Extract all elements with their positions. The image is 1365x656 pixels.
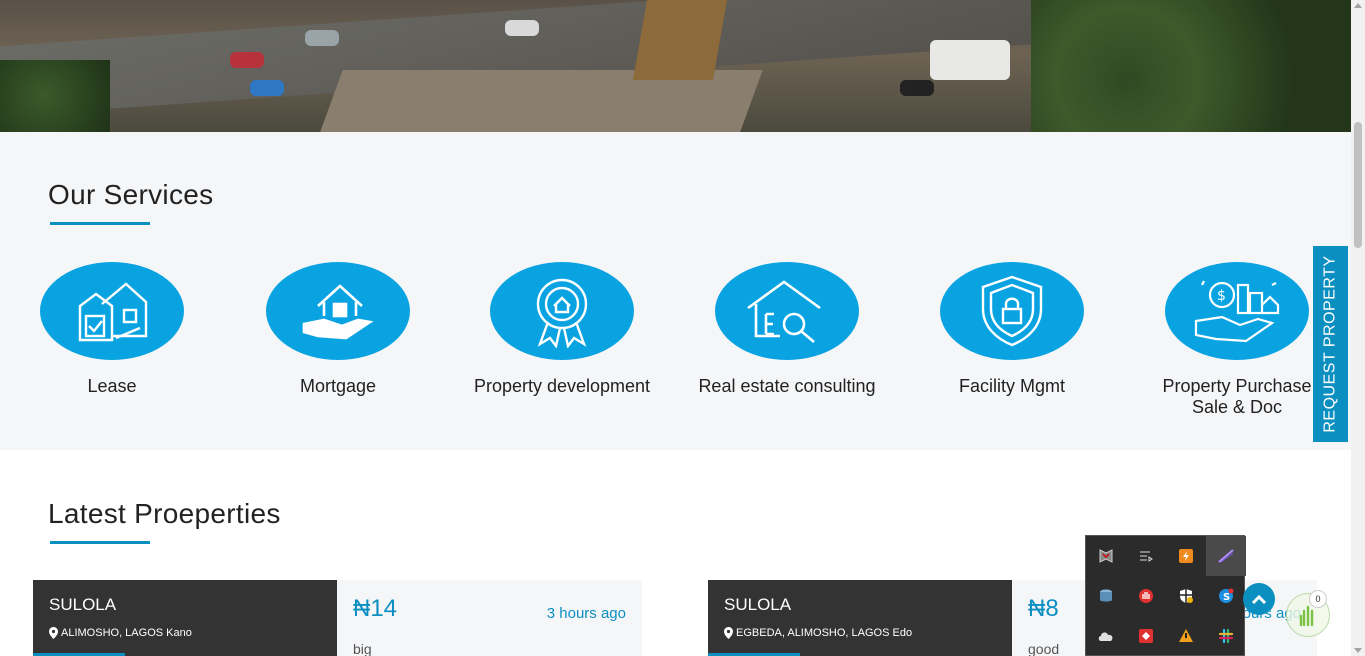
- property-price: ₦8: [1028, 595, 1059, 622]
- service-label: Lease: [87, 376, 137, 396]
- property-desc: good: [1028, 641, 1060, 656]
- extension-badge[interactable]: 0: [1286, 590, 1330, 637]
- request-property-button[interactable]: REQUEST PROPERTY: [1313, 246, 1348, 442]
- property-card-header: SULOLA EGBEDA, ALIMOSHO, LAGOS Edo: [708, 580, 1012, 656]
- property-card[interactable]: SULOLA ALIMOSHO, LAGOS Kano ₦14 3 hours …: [33, 580, 642, 656]
- service-label: Mortgage: [299, 376, 377, 396]
- property-name: SULOLA: [49, 595, 117, 614]
- property-location-text: ALIMOSHO, LAGOS Kano: [61, 627, 192, 639]
- service-consulting[interactable]: Real estate consulting: [697, 262, 877, 397]
- services-section: Our Services Lease Mortgage Property dev…: [0, 132, 1351, 450]
- map-pin-icon: [49, 627, 58, 639]
- svg-text:S: S: [1223, 592, 1230, 603]
- hero-image: [0, 0, 1351, 132]
- request-property-label: REQUEST PROPERTY: [1321, 255, 1339, 433]
- page-scrollbar[interactable]: [1351, 0, 1365, 656]
- property-name: SULOLA: [724, 595, 792, 614]
- cloud-icon[interactable]: [1086, 616, 1126, 656]
- property-location: EGBEDA, ALIMOSHO, LAGOS Edo: [724, 627, 912, 639]
- service-facility-mgmt[interactable]: Facility Mgmt: [922, 262, 1102, 397]
- scroll-down-arrow[interactable]: [1354, 648, 1362, 653]
- chevron-up-icon: [1251, 594, 1267, 605]
- property-time: 3 hours ago: [546, 605, 626, 622]
- mortgage-icon: [266, 262, 410, 360]
- lease-icon: [40, 262, 184, 360]
- facility-icon: [940, 262, 1084, 360]
- service-label: Facility Mgmt: [958, 376, 1065, 396]
- scroll-up-arrow[interactable]: [1354, 3, 1362, 8]
- property-desc: big: [353, 641, 372, 656]
- database-icon[interactable]: [1086, 576, 1126, 616]
- property-development-icon: [490, 262, 634, 360]
- svg-text:$: $: [1217, 288, 1226, 304]
- power-icon[interactable]: [1166, 536, 1206, 576]
- warning-app-icon[interactable]: [1166, 616, 1206, 656]
- property-location: ALIMOSHO, LAGOS Kano: [49, 627, 192, 639]
- notes-icon[interactable]: [1126, 536, 1166, 576]
- service-lease[interactable]: Lease: [22, 262, 202, 397]
- title-underline: [50, 541, 150, 544]
- purchase-icon: $: [1165, 262, 1309, 360]
- service-label: Property development: [473, 376, 651, 396]
- service-label: Real estate consulting: [698, 376, 876, 396]
- service-label: Property Purchase Sale & Doc: [1162, 376, 1312, 417]
- shield-icon[interactable]: [1166, 576, 1206, 616]
- scrollbar-thumb[interactable]: [1354, 122, 1362, 248]
- consulting-icon: [715, 262, 859, 360]
- property-price: ₦14: [353, 595, 398, 622]
- property-location-text: EGBEDA, ALIMOSHO, LAGOS Edo: [736, 627, 913, 639]
- skype-icon[interactable]: S: [1206, 576, 1246, 616]
- services-title: Our Services: [48, 179, 214, 210]
- extension-count: 0: [1309, 590, 1327, 608]
- title-underline: [50, 222, 150, 225]
- service-property-development[interactable]: Property development: [472, 262, 652, 397]
- pen-icon[interactable]: [1206, 536, 1246, 576]
- property-card-header: SULOLA ALIMOSHO, LAGOS Kano: [33, 580, 337, 656]
- latest-title: Latest Proeperties: [48, 498, 281, 529]
- slack-icon[interactable]: [1206, 616, 1246, 656]
- anydesk-icon[interactable]: [1126, 616, 1166, 656]
- scroll-to-top-button[interactable]: [1243, 583, 1275, 615]
- mcafee-icon[interactable]: [1086, 536, 1126, 576]
- map-pin-icon: [724, 627, 733, 639]
- hand-icon[interactable]: [1126, 576, 1166, 616]
- service-property-purchase[interactable]: $ Property Purchase Sale & Doc: [1147, 262, 1327, 418]
- system-tray-popup: S: [1085, 535, 1246, 656]
- service-mortgage[interactable]: Mortgage: [248, 262, 428, 397]
